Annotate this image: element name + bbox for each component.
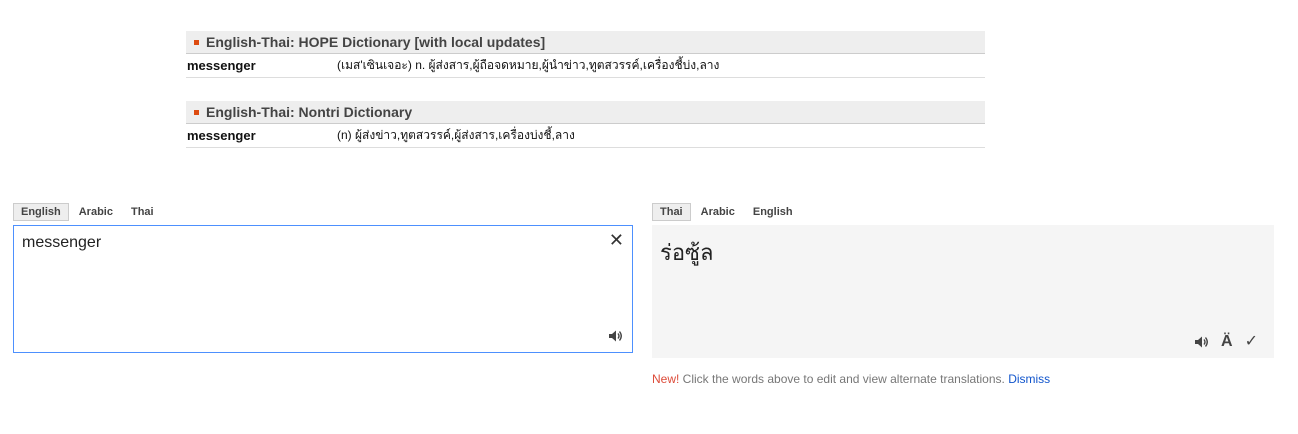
target-lang-thai[interactable]: Thai (652, 203, 691, 221)
source-text-box: messenger ✕ (13, 225, 633, 353)
check-icon[interactable]: ✓ (1245, 334, 1258, 350)
target-language-bar: Thai Arabic English (652, 203, 803, 221)
dictionary-header: English-Thai: HOPE Dictionary [with loca… (186, 31, 985, 54)
translation-toolbar: Ä ✓ (1193, 334, 1258, 350)
new-label: New! (652, 372, 680, 386)
dictionary-entry: messenger (n) ผู้ส่งข่าว,ทูตสวรรค์,ผู้ส่… (186, 124, 985, 148)
dictionary-title: English-Thai: HOPE Dictionary [with loca… (206, 34, 546, 50)
dictionary-word: messenger (187, 58, 256, 73)
source-lang-english[interactable]: English (13, 203, 69, 221)
source-lang-arabic[interactable]: Arabic (71, 203, 121, 221)
dictionary-word: messenger (187, 128, 256, 143)
speaker-icon[interactable] (1193, 334, 1209, 350)
target-lang-english[interactable]: English (745, 203, 801, 221)
source-language-bar: English Arabic Thai (13, 203, 164, 221)
clear-icon[interactable]: ✕ (609, 230, 624, 250)
bullet-icon (194, 109, 199, 115)
speaker-icon[interactable] (607, 328, 623, 344)
phonetic-icon[interactable]: Ä (1221, 334, 1233, 350)
dictionary-header: English-Thai: Nontri Dictionary (186, 101, 985, 124)
notice-message: Click the words above to edit and view a… (679, 372, 1009, 386)
dictionary-hope: English-Thai: HOPE Dictionary [with loca… (186, 31, 985, 78)
source-lang-thai[interactable]: Thai (123, 203, 162, 221)
dictionary-entry: messenger (เมส'เซินเจอะ) n. ผู้ส่งสาร,ผู… (186, 54, 985, 78)
dictionary-definition: (n) ผู้ส่งข่าว,ทูตสวรรค์,ผู้ส่งสาร,เครื่… (337, 128, 575, 142)
new-feature-notice: New! Click the words above to edit and v… (652, 372, 1050, 386)
source-text-input[interactable]: messenger (22, 234, 602, 324)
translation-result-box: ร่อซู้ล Ä ✓ (652, 225, 1274, 358)
dictionary-nontri: English-Thai: Nontri Dictionary messenge… (186, 101, 985, 148)
dictionary-definition: (เมส'เซินเจอะ) n. ผู้ส่งสาร,ผู้ถือจดหมาย… (337, 58, 720, 72)
bullet-icon (194, 39, 199, 45)
target-lang-arabic[interactable]: Arabic (693, 203, 743, 221)
translation-result-text[interactable]: ร่อซู้ล (660, 235, 713, 270)
dictionary-title: English-Thai: Nontri Dictionary (206, 104, 413, 120)
dismiss-link[interactable]: Dismiss (1008, 372, 1050, 386)
